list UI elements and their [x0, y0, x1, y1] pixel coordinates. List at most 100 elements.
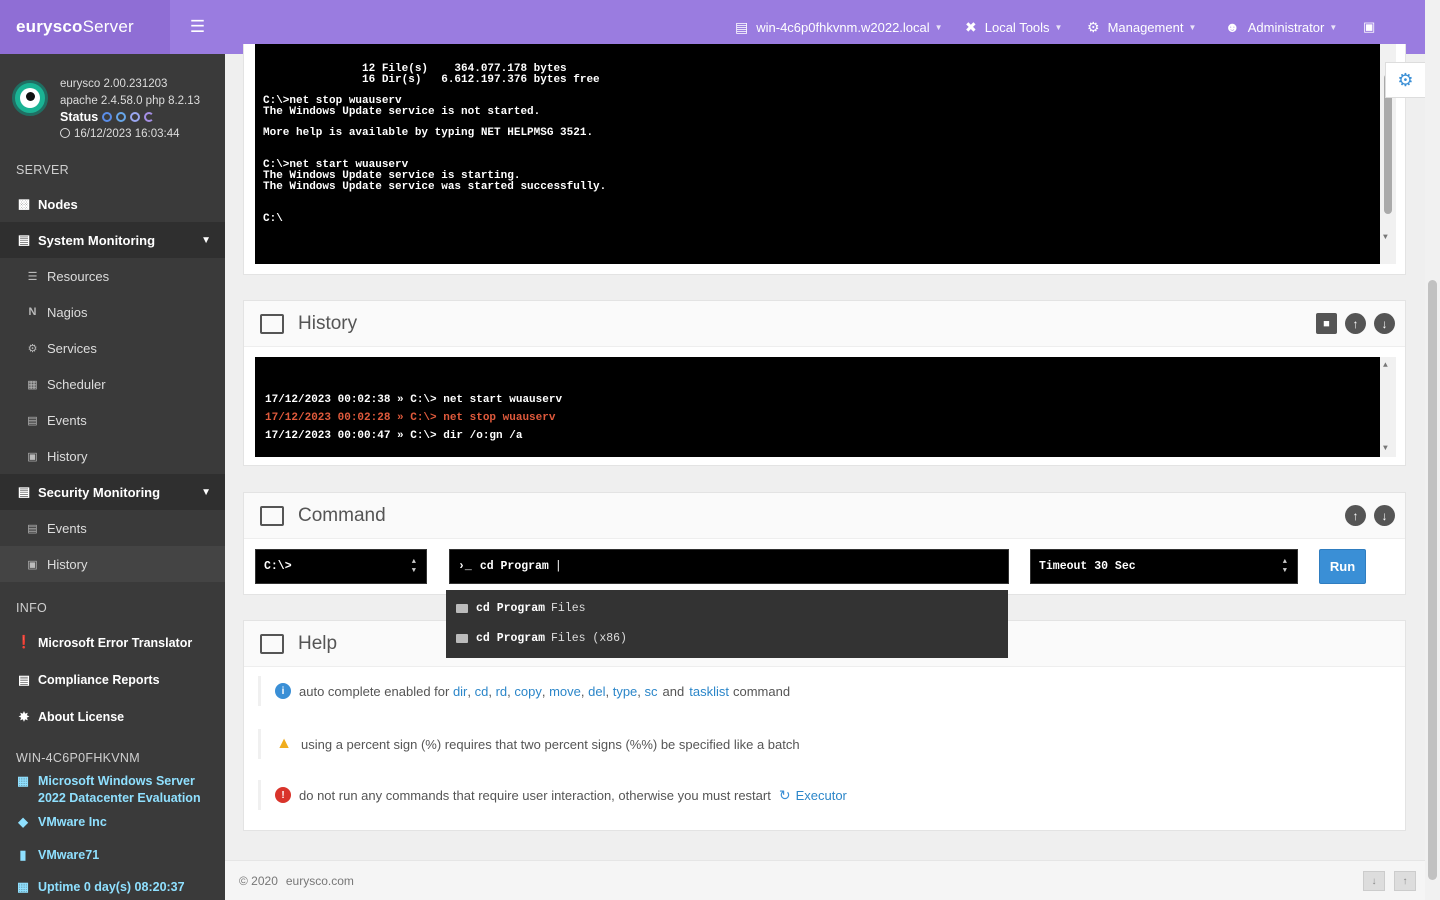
status-dot-icon[interactable]: [102, 112, 113, 123]
sidebar-item-security-monitoring[interactable]: ▤ Security Monitoring ▼: [0, 474, 225, 510]
refresh-icon[interactable]: [144, 112, 155, 123]
sidebar-item-label: Microsoft Error Translator: [38, 635, 193, 650]
sidebar-item-label: Nagios: [47, 304, 88, 320]
footer-site: eurysco.com: [285, 873, 354, 888]
autocomplete-item[interactable]: cd Program Files: [446, 593, 1008, 623]
link-copy[interactable]: copy: [514, 684, 541, 699]
host-uptime: ▦ Uptime 0 day(s) 08:20:37: [0, 879, 225, 896]
history-scrollbar[interactable]: ▲ ▼: [1380, 357, 1396, 457]
book-icon: ▣: [27, 450, 38, 463]
text-cursor: |: [554, 560, 562, 573]
sidebar-item-resources[interactable]: ☰ Resources: [0, 258, 225, 294]
sidebar-item-nagios[interactable]: N Nagios: [0, 294, 225, 330]
sidebar-item-nodes[interactable]: ▩ Nodes: [0, 186, 225, 222]
gear-icon: ⚙: [27, 342, 38, 355]
user-icon: ☻: [1225, 19, 1240, 35]
status-dot-icon[interactable]: [116, 112, 127, 123]
output-line: More help is available by typing NET HEL…: [263, 127, 594, 140]
page-scroll-thumb[interactable]: [1428, 280, 1437, 880]
history-header: History ■ ↑ ↓: [244, 301, 1405, 347]
run-button[interactable]: Run: [1319, 549, 1366, 584]
arrow-down-icon[interactable]: ↓: [1374, 505, 1395, 526]
scroll-up-button[interactable]: ↑: [1394, 871, 1416, 891]
sidebar-item-label: Events: [47, 412, 87, 428]
refresh-icon[interactable]: ↻: [779, 787, 791, 804]
sidebar-item-label: History: [47, 448, 88, 464]
save-icon[interactable]: ■: [1316, 313, 1337, 334]
sidebar-item-system-monitoring[interactable]: ▤ System Monitoring ▼: [0, 222, 225, 258]
sidebar-item-label: Security Monitoring: [38, 484, 161, 500]
host-vendor: ◆ VMware Inc: [0, 814, 225, 831]
link-executor[interactable]: Executor: [796, 788, 847, 803]
arrow-up-icon[interactable]: ↑: [1345, 313, 1366, 334]
scroll-down-icon[interactable]: ▼: [1383, 233, 1388, 242]
barcode-icon: ▮: [19, 848, 27, 862]
help-row-percent: ▲ using a percent sign (%) requires that…: [258, 729, 800, 759]
history-title: History: [298, 312, 358, 334]
windows-icon: ▦: [17, 774, 29, 788]
timeout-select[interactable]: Timeout 30 Sec ▲ ▼: [1030, 549, 1298, 584]
sidebar-item-label: Compliance Reports: [38, 672, 160, 687]
settings-gear-icon[interactable]: ⚙: [1385, 62, 1425, 98]
sidebar-item-security-events[interactable]: ▤ Events: [0, 510, 225, 546]
avatar[interactable]: [12, 80, 48, 116]
link-cd[interactable]: cd: [475, 684, 489, 699]
scroll-down-icon[interactable]: ▼: [1383, 444, 1388, 453]
output-console[interactable]: 12 File(s) 364.077.178 bytes 16 Dir(s) 6…: [255, 44, 1396, 264]
window-icon: [260, 633, 284, 654]
status-dot-icon[interactable]: [130, 112, 141, 123]
sidebar-item-label: Resources: [47, 268, 110, 284]
output-line: C:\: [263, 212, 283, 225]
arrow-down-icon[interactable]: ↓: [1374, 313, 1395, 334]
folder-icon: [456, 633, 468, 643]
host-model: ▮ VMware71: [0, 847, 225, 864]
sidebar-item-about-license[interactable]: ✸ About License: [0, 698, 225, 735]
sidebar-item-events[interactable]: ▤ Events: [0, 402, 225, 438]
sidebar-item-services[interactable]: ⚙ Services: [0, 330, 225, 366]
sidebar-item-label: Nodes: [38, 196, 78, 212]
link-move[interactable]: move: [549, 684, 581, 699]
sidebar-item-label: About License: [38, 709, 125, 724]
scroll-up-icon[interactable]: ▲: [1383, 361, 1388, 370]
server-icon: ▤: [735, 18, 749, 35]
page-scrollbar[interactable]: [1425, 0, 1440, 900]
sidebar-item-compliance-reports[interactable]: ▤ Compliance Reports: [0, 661, 225, 698]
sidebar-item-scheduler[interactable]: ▦ Scheduler: [0, 366, 225, 402]
link-dir[interactable]: dir: [453, 684, 467, 699]
status-label: Status: [60, 110, 99, 124]
link-del[interactable]: del: [588, 684, 605, 699]
folder-icon: [456, 603, 468, 613]
history-entry[interactable]: 17/12/2023 00:00:47 » C:\> dir /o:gn /a: [265, 427, 1396, 445]
command-panel: Command ↑ ↓ C:\> ▲ ▼ ›_ cd Program | Time…: [243, 492, 1406, 595]
menu-toggle-icon[interactable]: ☰: [170, 0, 225, 54]
link-sc[interactable]: sc: [645, 684, 658, 699]
file-icon: ▤: [18, 673, 30, 687]
scroll-down-button[interactable]: ↓: [1363, 871, 1385, 891]
list-icon: ▤: [27, 414, 38, 427]
history-entry[interactable]: 17/12/2023 00:02:28 » C:\> net stop wuau…: [265, 409, 1396, 427]
sidebar-item-label: History: [47, 556, 88, 572]
help-title: Help: [298, 632, 338, 654]
sidebar-item-label: System Monitoring: [38, 232, 156, 248]
autocomplete-item[interactable]: cd Program Files (x86): [446, 623, 1008, 653]
link-type[interactable]: type: [613, 684, 638, 699]
history-console[interactable]: 17/12/2023 00:02:38 » C:\> net start wua…: [255, 357, 1396, 457]
clock-icon: [60, 127, 70, 138]
link-rd[interactable]: rd: [496, 684, 508, 699]
select-arrows-icon: ▲ ▼: [411, 558, 416, 575]
arrow-up-icon[interactable]: ↑: [1345, 505, 1366, 526]
sidebar: euryscoServer eurysco 2.00.231203 apache…: [0, 0, 225, 900]
sidebar-item-error-translator[interactable]: ❗ Microsoft Error Translator: [0, 624, 225, 661]
path-select[interactable]: C:\> ▲ ▼: [255, 549, 427, 584]
app-version: eurysco 2.00.231203: [60, 78, 168, 90]
command-input[interactable]: ›_ cd Program |: [449, 549, 1009, 584]
link-tasklist[interactable]: tasklist: [689, 684, 729, 699]
list-icon: [260, 313, 284, 334]
exclamation-icon: !: [275, 787, 291, 803]
certificate-icon: ✸: [18, 710, 30, 724]
history-entry[interactable]: 17/12/2023 00:02:38 » C:\> net start wua…: [265, 391, 1396, 409]
calendar-icon: ▦: [17, 880, 29, 894]
sidebar-item-history[interactable]: ▣ History: [0, 438, 225, 474]
sidebar-item-security-history[interactable]: ▣ History: [0, 546, 225, 582]
